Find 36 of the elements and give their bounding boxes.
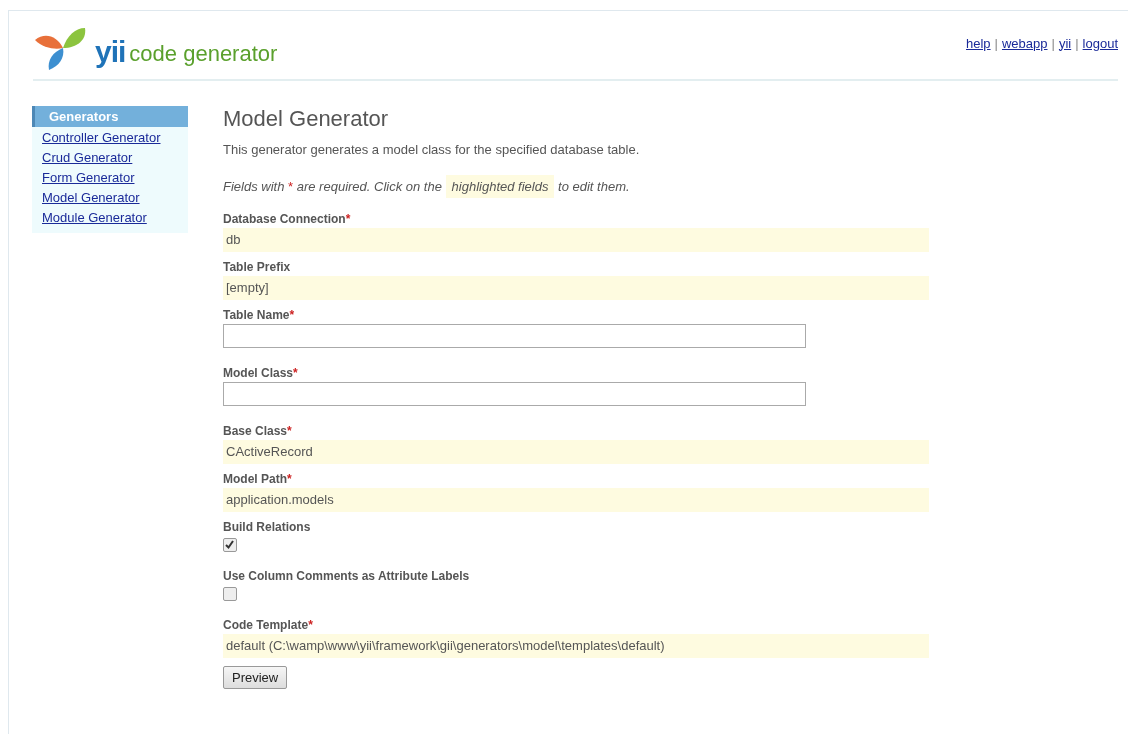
highlighted-field[interactable]: [empty] [223,276,929,300]
highlighted-field[interactable]: db [223,228,929,252]
page-title: Model Generator [223,106,390,132]
field-label: Database Connection* [223,212,352,228]
logo-subtitle: code generator [129,40,278,68]
field-label: Base Class* [223,424,293,440]
field-label: Build Relations [223,520,312,536]
preview-button[interactable]: Preview [223,666,288,689]
field-label: Model Class* [223,366,299,382]
highlighted-field[interactable]: CActiveRecord [223,440,929,464]
sidebar-link[interactable]: Module Generator [32,207,188,227]
header-link[interactable]: webapp [1001,35,1048,51]
checkbox[interactable] [223,587,237,601]
header-link[interactable]: logout [1082,35,1118,51]
field-label: Use Column Comments as Attribute Labels [223,569,471,585]
sidebar-title: Generators [32,106,188,127]
highlighted-field[interactable]: default (C:\wamp\www\yii\framework\gii\generators\model\templates\default) [223,634,929,658]
input-field[interactable] [223,324,806,348]
header-link[interactable]: help [966,35,991,51]
link-separator: | [1051,35,1055,51]
checkbox[interactable] [223,538,237,552]
description-text: This generator generates a model class for the specified database table. [223,142,641,157]
field-label: Table Name* [223,308,296,324]
field-label: Model Path* [223,472,293,488]
highlighted-field[interactable]: application.models [223,488,929,512]
field-label: Table Prefix [223,260,292,276]
sidebar-link[interactable]: Crud Generator [32,147,188,167]
sidebar-link[interactable]: Model Generator [32,187,188,207]
header-link[interactable]: yii [1058,35,1072,51]
sidebar-link[interactable]: Form Generator [32,167,188,187]
field-label: Code Template* [223,618,314,634]
input-field[interactable] [223,382,806,406]
sidebar-link[interactable]: Controller Generator [32,127,188,147]
link-separator: | [1075,35,1079,51]
logo-brand: yii [95,34,126,70]
link-separator: | [994,35,998,51]
